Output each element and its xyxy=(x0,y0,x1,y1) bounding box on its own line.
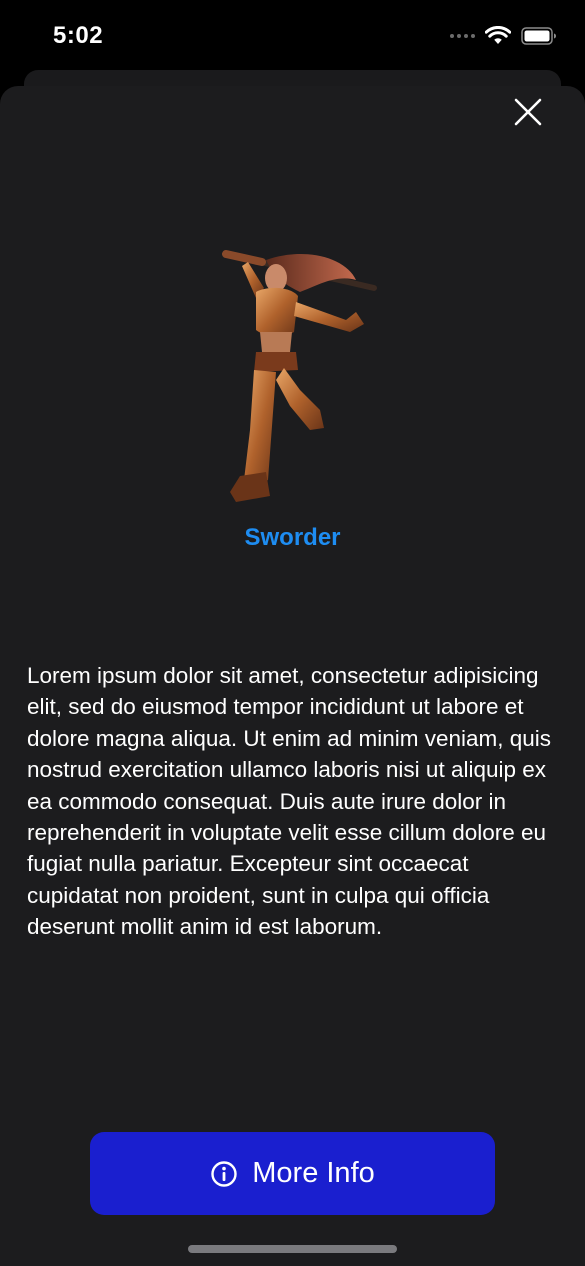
more-info-button[interactable]: More Info xyxy=(90,1132,495,1215)
cellular-dots-icon xyxy=(450,34,475,38)
character-name: Sworder xyxy=(244,524,341,551)
status-bar: 5:02 xyxy=(0,0,585,70)
description-text: Lorem ipsum dolor sit amet, consectetur … xyxy=(27,663,552,940)
status-icons xyxy=(450,26,557,46)
close-icon xyxy=(514,98,542,126)
more-info-label: More Info xyxy=(252,1157,375,1189)
info-circle-icon xyxy=(211,1160,237,1187)
status-time: 5:02 xyxy=(53,22,104,49)
battery-icon xyxy=(521,27,556,45)
close-button[interactable] xyxy=(510,94,546,130)
wifi-icon xyxy=(485,26,511,44)
character-image xyxy=(222,250,377,502)
home-indicator[interactable] xyxy=(188,1245,397,1253)
